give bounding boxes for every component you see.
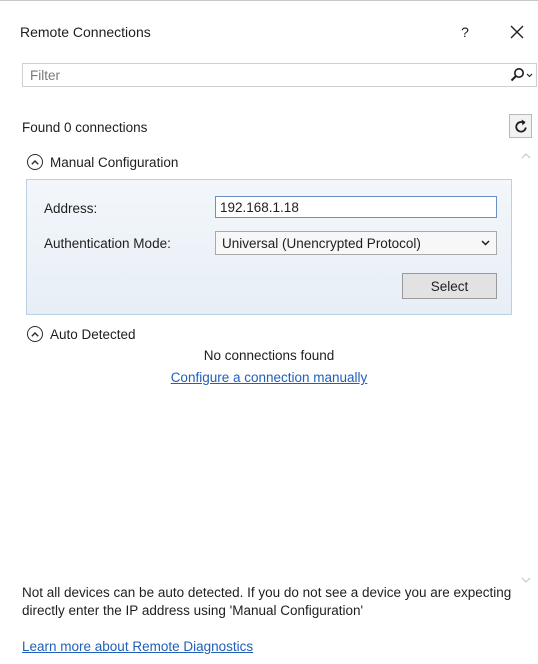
- window-title: Remote Connections: [20, 24, 151, 40]
- learn-more-link[interactable]: Learn more about Remote Diagnostics: [22, 639, 253, 654]
- refresh-button[interactable]: [509, 114, 532, 138]
- authentication-mode-label: Authentication Mode:: [44, 236, 171, 251]
- window-top-border: [0, 0, 538, 12]
- auto-detect-note: Not all devices can be auto detected. If…: [22, 585, 512, 618]
- select-button[interactable]: Select: [402, 273, 497, 299]
- collapse-circle-icon: [27, 154, 43, 170]
- chevron-up-icon: [521, 153, 531, 159]
- close-icon: [510, 25, 524, 39]
- scroll-up-button[interactable]: [519, 150, 533, 162]
- manual-configuration-toggle[interactable]: Manual Configuration: [27, 154, 178, 170]
- help-icon: ?: [461, 24, 469, 40]
- collapse-circle-icon: [27, 326, 43, 342]
- search-options-button[interactable]: [500, 66, 534, 84]
- help-button[interactable]: ?: [452, 19, 478, 45]
- refresh-icon: [514, 119, 527, 133]
- close-button[interactable]: [504, 19, 530, 45]
- address-input[interactable]: [215, 196, 497, 218]
- chevron-down-icon: [521, 577, 531, 583]
- configure-link-container: Configure a connection manually: [0, 370, 538, 385]
- auto-detected-label: Auto Detected: [50, 326, 136, 342]
- manual-configuration-label: Manual Configuration: [50, 154, 179, 170]
- configure-manually-link[interactable]: Configure a connection manually: [171, 370, 368, 385]
- authentication-mode-value: Universal (Unencrypted Protocol): [222, 235, 421, 251]
- no-connections-text: No connections found: [203, 348, 335, 363]
- learn-more-link-container: Learn more about Remote Diagnostics: [22, 639, 253, 654]
- chevron-down-icon: [481, 240, 490, 246]
- auto-detected-toggle[interactable]: Auto Detected: [27, 326, 136, 342]
- authentication-mode-select[interactable]: Universal (Unencrypted Protocol): [215, 231, 497, 255]
- search-icon: [510, 68, 533, 82]
- found-count-text: Found 0 connections: [22, 120, 148, 135]
- filter-input[interactable]: [30, 66, 470, 84]
- address-label: Address:: [44, 201, 98, 216]
